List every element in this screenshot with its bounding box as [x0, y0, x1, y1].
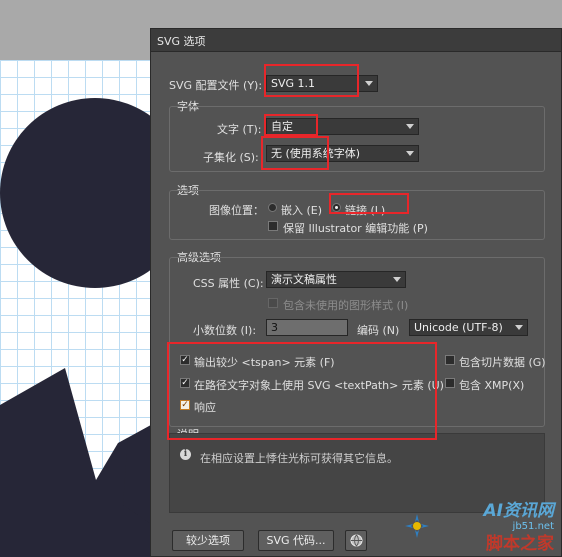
preserve-editing-checkbox[interactable]	[268, 221, 278, 231]
encoding-dropdown[interactable]: Unicode (UTF-8)	[409, 319, 528, 336]
watermark-logo-icon	[405, 514, 429, 538]
info-icon: i	[180, 449, 191, 460]
chevron-down-icon	[393, 277, 401, 282]
font-type-label: 文字 (T):	[217, 123, 262, 136]
globe-icon	[350, 534, 362, 547]
css-properties-dropdown[interactable]: 演示文稿属性	[266, 271, 406, 288]
include-unused-styles-label[interactable]: 包含未使用的图形样式 (I)	[283, 297, 408, 313]
svg-options-dialog: SVG 选项 SVG 配置文件 (Y): SVG 1.1 字体 文字 (T): …	[150, 28, 562, 557]
watermark-top: AI资讯网	[483, 501, 554, 521]
fewer-options-button[interactable]: 较少选项	[172, 530, 244, 551]
subset-label: 子集化 (S):	[203, 151, 259, 164]
highlight-subset	[261, 136, 329, 170]
embed-radio[interactable]	[268, 203, 277, 212]
css-properties-label: CSS 属性 (C):	[193, 277, 264, 290]
dialog-titlebar[interactable]: SVG 选项	[151, 29, 561, 52]
include-unused-styles-checkbox[interactable]	[268, 298, 278, 308]
encoding-label: 编码 (N)	[357, 324, 400, 337]
watermark-bottom: 脚本之家	[486, 534, 554, 554]
include-xmp-label[interactable]: 包含 XMP(X)	[459, 377, 524, 393]
highlight-link	[329, 193, 409, 214]
artboard	[0, 60, 160, 557]
embed-label[interactable]: 嵌入 (E)	[281, 202, 322, 218]
preserve-editing-label[interactable]: 保留 Illustrator 编辑功能 (P)	[283, 220, 428, 236]
highlight-advanced-checkboxes	[167, 342, 437, 440]
chevron-down-icon	[365, 81, 373, 86]
chevron-down-icon	[406, 124, 414, 129]
include-xmp-checkbox[interactable]	[445, 378, 455, 388]
head-shape	[0, 98, 160, 288]
highlight-profile	[264, 64, 359, 97]
include-slicing-checkbox[interactable]	[445, 355, 455, 365]
svg-code-button[interactable]: SVG 代码...	[258, 530, 334, 551]
decimal-places-input[interactable]: 3	[266, 319, 348, 336]
css-properties-value: 演示文稿属性	[271, 273, 337, 286]
user-silhouette-artwork	[0, 98, 160, 557]
highlight-font-type	[264, 114, 318, 136]
web-preview-button[interactable]	[345, 530, 367, 551]
include-slicing-label[interactable]: 包含切片数据 (G)	[459, 354, 546, 370]
chevron-down-icon	[515, 325, 523, 330]
encoding-value: Unicode (UTF-8)	[414, 321, 503, 334]
image-location-label: 图像位置：	[209, 204, 264, 217]
chevron-down-icon	[406, 151, 414, 156]
description-text: 在相应设置上悸住光标可获得其它信息。	[200, 452, 398, 465]
svg-profile-label: SVG 配置文件 (Y):	[169, 79, 263, 92]
dialog-title: SVG 选项	[157, 35, 206, 48]
decimal-places-label: 小数位数 (I):	[193, 324, 257, 337]
